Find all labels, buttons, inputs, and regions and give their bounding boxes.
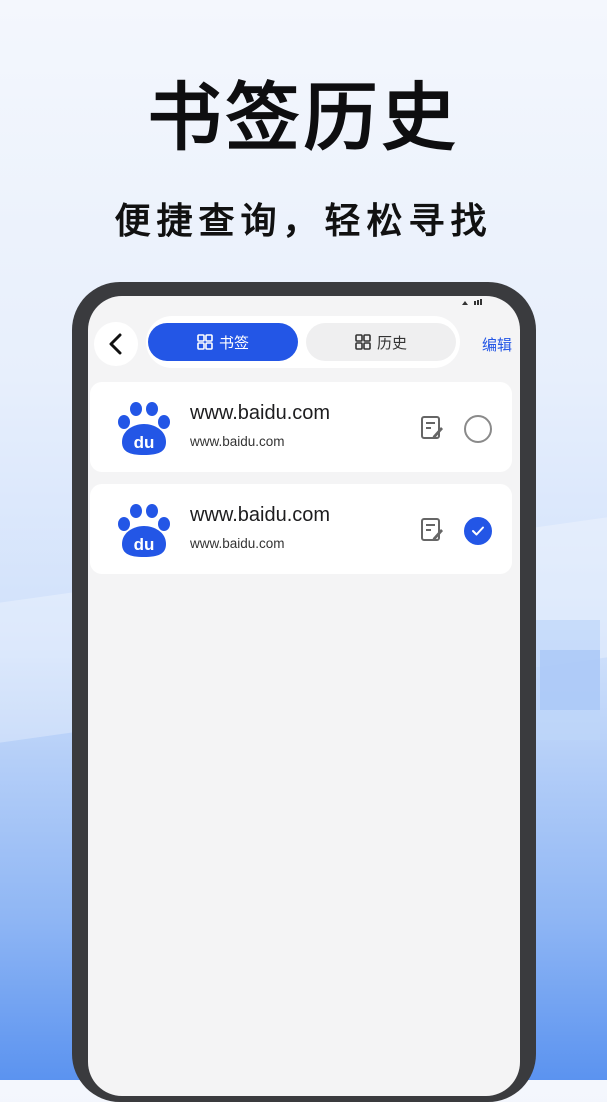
tab-bookmarks[interactable]: 书签 (148, 323, 298, 361)
promo-subline: 便捷查询，轻松寻找 (114, 200, 493, 241)
bookmark-item[interactable]: du www.baidu.com www.baidu.com (90, 484, 512, 574)
status-bar (88, 296, 520, 312)
select-radio[interactable] (464, 415, 492, 443)
edit-button[interactable]: 编辑 (482, 334, 512, 355)
grid-icon (197, 334, 213, 350)
promo-headline: 书签历史 (147, 76, 460, 159)
grid-icon (355, 334, 371, 350)
phone-screen: 书签 历史 编辑 du www.baidu.com www.baidu.com … (88, 296, 520, 1096)
svg-text:du: du (134, 535, 155, 554)
background-block (540, 650, 600, 710)
baidu-paw-logo: du (118, 402, 170, 455)
phone-frame: 书签 历史 编辑 du www.baidu.com www.baidu.com … (72, 282, 536, 1102)
select-radio-checked[interactable] (464, 517, 492, 545)
baidu-paw-logo: du (118, 504, 170, 557)
bookmark-url: www.baidu.com (190, 434, 285, 449)
tab-history[interactable]: 历史 (306, 323, 456, 361)
chevron-left-icon (109, 333, 122, 355)
bookmark-title: www.baidu.com (190, 402, 331, 424)
edit-note-icon[interactable] (420, 517, 444, 543)
tab-history-label: 历史 (376, 334, 407, 352)
edit-note-icon[interactable] (420, 415, 444, 441)
status-icons (460, 298, 486, 309)
tab-switcher: 书签 历史 (146, 316, 460, 368)
bookmark-url: www.baidu.com (190, 536, 285, 551)
check-icon (472, 526, 484, 536)
svg-text:du: du (134, 433, 155, 452)
tab-bookmarks-label: 书签 (218, 334, 249, 352)
bookmark-title: www.baidu.com (190, 504, 331, 526)
back-button[interactable] (94, 322, 138, 366)
bookmark-item[interactable]: du www.baidu.com www.baidu.com (90, 382, 512, 472)
